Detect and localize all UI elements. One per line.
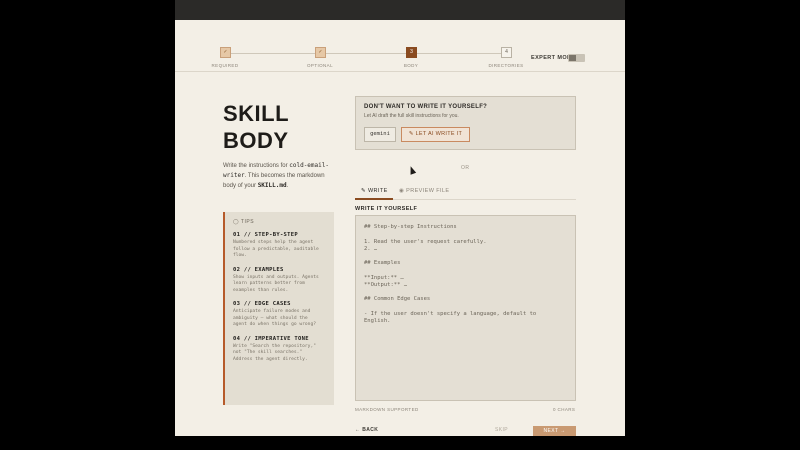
- tip-title: 03 // EDGE CASES: [233, 301, 291, 307]
- desc-text: Write the instructions for: [223, 163, 290, 169]
- step-directories-marker[interactable]: 4: [501, 47, 512, 58]
- editor-line: ## Common Edge Cases: [364, 296, 431, 302]
- progress-stepper: ✓ REQUIRED ✓ OPTIONAL 3 BODY 4 DIRECTORI…: [175, 20, 625, 72]
- editor-line: ## Examples: [364, 260, 401, 266]
- tab-write[interactable]: ✎ WRITE: [361, 188, 388, 194]
- char-count: 0 CHARS: [553, 407, 576, 412]
- editor-line: **Output:** …: [364, 281, 408, 288]
- tip-body: Numbered steps help the agent follow a p…: [233, 240, 319, 258]
- editor-tabs: ✎ WRITE ◉ PREVIEW FILE: [355, 184, 576, 200]
- markdown-supported-note: MARKDOWN SUPPORTED: [355, 407, 419, 412]
- page-title-line1: SKILL: [223, 101, 290, 126]
- tab-preview-file[interactable]: ◉ PREVIEW FILE: [399, 188, 449, 194]
- editor-line: 2. …: [364, 245, 378, 252]
- step-connector: [231, 53, 315, 54]
- model-select-button[interactable]: gemini: [364, 127, 396, 142]
- step-body-marker[interactable]: 3: [406, 47, 417, 58]
- let-ai-write-button[interactable]: ✎ LET AI WRITE IT: [401, 127, 470, 142]
- step-body-label: BODY: [403, 63, 419, 68]
- tip-title: 04 // IMPERATIVE TONE: [233, 335, 309, 342]
- skip-button[interactable]: SKIP: [495, 427, 508, 433]
- tab-preview-label: PREVIEW FILE: [406, 188, 450, 194]
- tip-item: 02 // EXAMPLES Show inputs and outputs. …: [233, 267, 334, 295]
- ai-panel-title: DON'T WANT TO WRITE IT YOURSELF?: [364, 104, 488, 110]
- skill-body-page: ✓ REQUIRED ✓ OPTIONAL 3 BODY 4 DIRECTORI…: [175, 20, 625, 436]
- editor-line: - If the user doesn't specify a language…: [364, 310, 537, 317]
- tip-body: Write "Search the repository," not "The …: [233, 343, 316, 362]
- expert-mode-toggle[interactable]: [568, 54, 585, 62]
- next-button[interactable]: NEXT →: [533, 426, 576, 436]
- tab-write-label: WRITE: [367, 188, 388, 194]
- page-title-line2: BODY: [223, 128, 289, 153]
- page-description: Write the instructions for cold-email-wr…: [223, 161, 333, 191]
- toggle-knob: [569, 55, 576, 61]
- tips-panel: ◯ TIPS 01 // STEP-BY-STEP Numbered steps…: [223, 212, 334, 405]
- editor-line: **Input:** …: [364, 274, 404, 281]
- tip-body: Anticipate failure modes and ambiguity —…: [233, 309, 316, 327]
- pencil-icon: ✎: [361, 188, 367, 194]
- editor-line: 1. Read the user's request carefully.: [364, 238, 487, 245]
- lightbulb-icon: ◯: [233, 219, 240, 225]
- ai-draft-panel: DON'T WANT TO WRITE IT YOURSELF? Let AI …: [355, 96, 576, 150]
- step-required-label: REQUIRED: [211, 63, 239, 68]
- active-tab-indicator: [355, 198, 393, 200]
- step-required-marker[interactable]: ✓: [220, 47, 231, 58]
- step-optional-label: OPTIONAL: [307, 63, 333, 68]
- step-connector: [326, 53, 406, 54]
- step-connector: [417, 53, 501, 54]
- back-button[interactable]: ← BACK: [355, 427, 378, 433]
- eye-icon: ◉: [399, 188, 405, 194]
- tips-heading-label: TIPS: [240, 219, 255, 225]
- ai-panel-subtitle: Let AI draft the full skill instructions…: [364, 113, 459, 119]
- window-top-bar: [175, 0, 625, 20]
- desc-text: .: [286, 183, 289, 189]
- tip-item: 04 // IMPERATIVE TONE Write "Search the …: [233, 336, 334, 364]
- editor-line: ## Step-by-step Instructions: [364, 224, 457, 230]
- editor-line: English.: [364, 317, 391, 324]
- tip-item: 03 // EDGE CASES Anticipate failure mode…: [233, 301, 334, 329]
- tip-title: 01 // STEP-BY-STEP: [233, 232, 299, 238]
- let-ai-write-label: LET AI WRITE IT: [415, 131, 463, 137]
- wizard-footer: ← BACK SKIP NEXT →: [355, 424, 576, 436]
- editor-label: WRITE IT YOURSELF: [355, 206, 418, 212]
- skill-file-name: SKILL.md: [257, 182, 287, 189]
- tip-item: 01 // STEP-BY-STEP Numbered steps help t…: [233, 232, 334, 260]
- step-optional-marker[interactable]: ✓: [315, 47, 326, 58]
- tip-body: Show inputs and outputs. Agents learn pa…: [233, 274, 319, 293]
- tips-heading: ◯ TIPS: [233, 219, 334, 225]
- step-directories-label: DIRECTORIES: [488, 63, 524, 68]
- or-divider: OR: [461, 165, 470, 171]
- tip-title: 02 // EXAMPLES: [233, 266, 284, 273]
- page-title: SKILL BODY: [223, 100, 289, 154]
- skill-body-textarea[interactable]: ## Step-by-step Instructions 1. Read the…: [355, 215, 576, 401]
- pen-icon: ✎: [408, 131, 414, 137]
